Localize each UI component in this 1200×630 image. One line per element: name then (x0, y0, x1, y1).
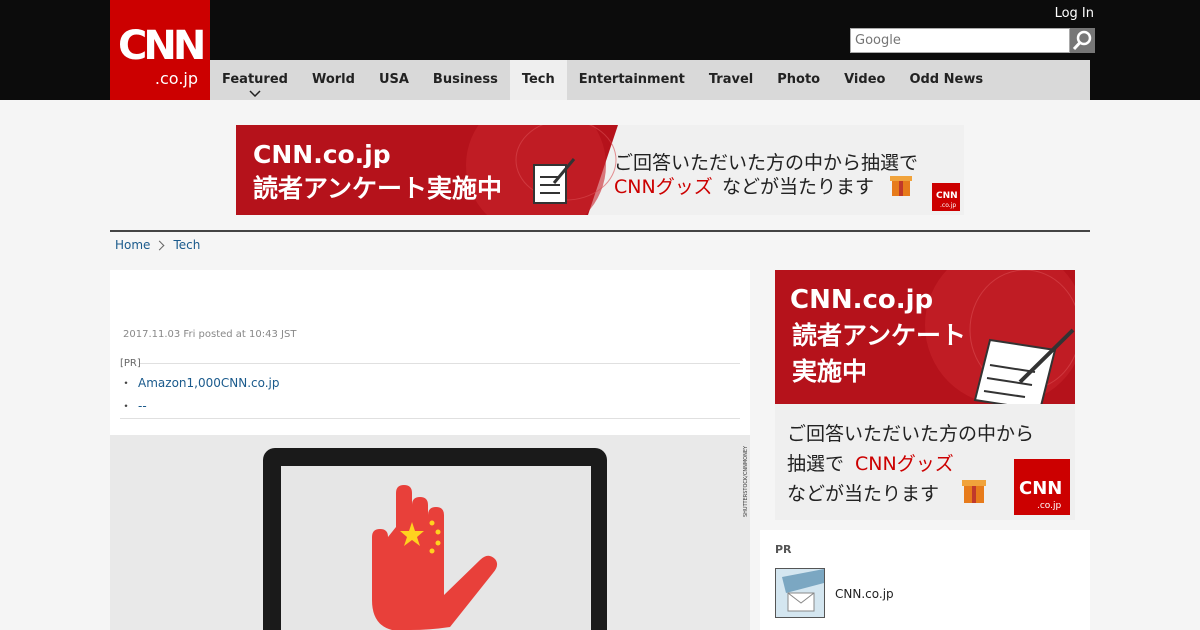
breadcrumb-tech[interactable]: Tech (173, 238, 200, 252)
banner-top-line1: CNN.co.jp (253, 140, 391, 169)
gift-icon (890, 176, 912, 196)
side-banner-line3: 実施中 (792, 357, 867, 386)
nav-item-featured[interactable]: Featured (210, 60, 300, 100)
cnn-logo[interactable]: CNN .co.jp (110, 0, 210, 100)
banner-top-badge-sub: .co.jp (940, 202, 956, 209)
side-banner-badge-sub: .co.jp (1037, 501, 1062, 511)
side-banner-graphic: CNN.co.jp 読者アンケート 実施中 ご回答いただいた方の中から 抽選で … (775, 270, 1075, 520)
search-button[interactable] (1070, 28, 1095, 53)
banner-top-line4-highlight: CNNグッズ (614, 176, 713, 198)
survey-banner-top[interactable]: CNN.co.jp 読者アンケート実施中 ご回答いただいた方の中から抽選で CN… (236, 125, 964, 215)
list-bullet: ・ (120, 399, 133, 413)
divider-line (120, 418, 740, 419)
pr-box-title: PR (775, 543, 792, 556)
nav-item-business[interactable]: Business (421, 60, 510, 100)
pr-label: [PR] (120, 358, 141, 369)
nav-item-tech[interactable]: Tech (509, 60, 567, 100)
article-header-card: 2017.11.03 Fri posted at 10:43 JST [PR] … (110, 270, 750, 440)
banner-top-badge: CNN (936, 191, 958, 201)
pr-thumbnail[interactable] (775, 568, 825, 618)
survey-banner-side[interactable]: CNN.co.jp 読者アンケート 実施中 ご回答いただいた方の中から 抽選で … (775, 270, 1075, 520)
image-credit: SHUTTERSTOCK/CNNMONEY (743, 445, 749, 517)
chevron-right-icon (154, 240, 165, 250)
pr-link-text: -- (138, 399, 147, 413)
search-icon (1072, 30, 1092, 51)
survey-banner-graphic: CNN.co.jp 読者アンケート実施中 ご回答いただいた方の中から抽選で CN… (236, 125, 964, 215)
banner-top-line3: ご回答いただいた方の中から抽選で (614, 152, 918, 174)
side-banner-line5a: 抽選で (787, 453, 844, 475)
breadcrumb: Home Tech (115, 238, 200, 252)
article-image: SHUTTERSTOCK/CNNMONEY (110, 435, 750, 630)
side-banner-line4: ご回答いただいた方の中から (787, 423, 1034, 445)
logo-text: CNN (118, 23, 206, 69)
side-banner-line5-highlight: CNNグッズ (855, 453, 954, 475)
content-divider (110, 230, 1090, 232)
nav-item-usa[interactable]: USA (367, 60, 421, 100)
banner-top-line4-rest: などが当たります (722, 176, 874, 198)
nav-item-odd-news[interactable]: Odd News (897, 60, 995, 100)
logo-subtext: .co.jp (154, 69, 198, 88)
search-input[interactable] (850, 28, 1070, 53)
main-navigation: Featured World USA Business Tech Enterta… (210, 60, 1090, 100)
mail-icon (776, 569, 824, 617)
pr-link-item[interactable]: ・ Amazon1,000CNN.co.jp (120, 374, 280, 391)
pr-link-text: Amazon1,000CNN.co.jp (138, 376, 280, 390)
pr-box: PR CNN.co.jp (760, 530, 1090, 630)
list-bullet: ・ (120, 376, 133, 390)
nav-item-photo[interactable]: Photo (765, 60, 832, 100)
nav-item-video[interactable]: Video (832, 60, 897, 100)
pr-link-item[interactable]: ・ -- (120, 397, 147, 414)
nav-item-entertainment[interactable]: Entertainment (567, 60, 697, 100)
side-banner-line6: などが当たります (787, 483, 939, 505)
chevron-down-icon (210, 74, 300, 114)
nav-item-travel[interactable]: Travel (697, 60, 765, 100)
side-banner-line1: CNN.co.jp (790, 285, 933, 315)
nav-item-world[interactable]: World (300, 60, 367, 100)
side-banner-badge: CNN (1019, 478, 1062, 499)
divider-line (140, 363, 740, 364)
laptop-block-illustration: SHUTTERSTOCK/CNNMONEY (263, 445, 749, 630)
article-date: 2017.11.03 Fri posted at 10:43 JST (123, 329, 297, 340)
gift-icon (962, 480, 986, 503)
side-banner-line2: 読者アンケート (792, 321, 966, 350)
login-link[interactable]: Log In (1055, 6, 1094, 21)
banner-top-line2: 読者アンケート実施中 (253, 174, 502, 203)
pr-box-link[interactable]: CNN.co.jp (835, 587, 894, 601)
breadcrumb-home[interactable]: Home (115, 238, 150, 252)
